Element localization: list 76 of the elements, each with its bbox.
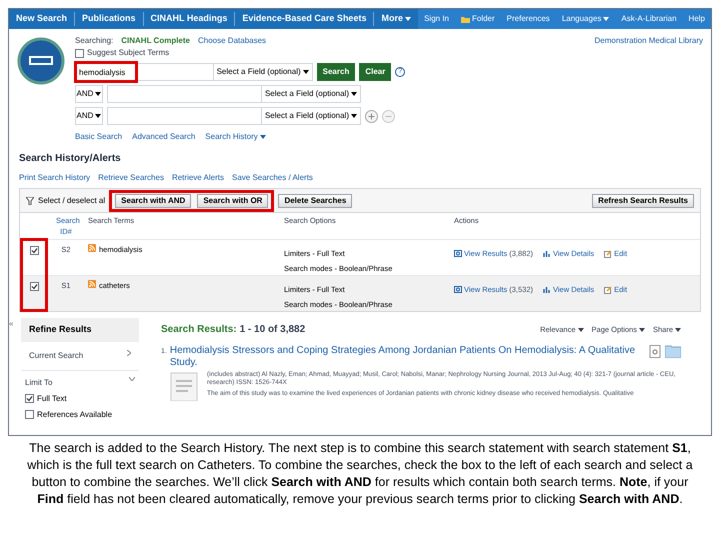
current-search-toggle[interactable]: Current Search [21,342,139,370]
nav-link[interactable]: Publications [74,12,143,26]
search-link[interactable]: Advanced Search [132,131,196,143]
result-title-link[interactable]: Hemodialysis Stressors and Coping Strategies Among Jordanian Patients On Hemodialysis: A Qualitative Study. [170,345,646,369]
chevron-icon [129,376,135,380]
nav-link[interactable]: Folder [454,13,501,25]
nav-link[interactable]: CINAHL Headings [142,12,234,26]
history-button[interactable]: Search with OR [197,194,268,208]
select-all-label: Select / deselect al [38,194,106,206]
magnifier-icon [454,286,462,294]
checkbox[interactable] [75,48,84,58]
checkbox[interactable] [25,394,34,403]
page-icon[interactable] [649,345,662,358]
results-range: 1 - 10 of 3,882 [240,323,306,337]
caret-icon [302,70,309,74]
operator-dropdown[interactable]: AND [75,107,103,125]
nav-link[interactable]: New Search [9,12,74,26]
checkbox[interactable] [30,246,38,255]
nav-link[interactable]: Ask-A-Librarian [615,13,683,25]
caret-icon [351,92,357,96]
history-link[interactable]: Print Search History [19,172,90,184]
history-button[interactable]: Delete Searches [278,194,352,208]
checkbox-label: Suggest Subject Terms [87,47,170,59]
nav-link[interactable]: Sign In [418,13,455,25]
rss-icon[interactable] [88,244,96,252]
logo-icon [17,37,65,85]
search-button[interactable]: Search [316,63,356,81]
nav-link[interactable]: Preferences [500,13,556,25]
checkbox-label: Full Text [37,392,67,404]
caret-icon [578,328,584,332]
caret-icon [638,328,645,332]
nav-link[interactable]: Help [682,13,711,25]
choose-databases-link[interactable]: Choose Databases [198,35,266,47]
history-link[interactable]: Retrieve Alerts [172,172,224,184]
chart-icon [542,286,551,294]
remove-row-icon[interactable] [382,110,395,122]
rss-icon[interactable] [88,280,96,288]
panel-heading: Refine Results [21,318,139,342]
pencil-icon [604,250,612,258]
folder-icon[interactable] [665,345,681,358]
history-button[interactable]: Search with AND [115,194,192,208]
magnifier-icon [454,250,462,258]
pencil-icon [604,286,612,294]
caret-icon [351,114,357,118]
field-dropdown[interactable]: Select a Field (optional) [260,108,360,124]
section-title: Search History/Alerts [19,152,122,166]
caret-icon [95,114,102,118]
nav-link[interactable]: Evidence-Based Care Sheets [234,12,374,26]
field-dropdown[interactable]: Select a Field (optional) [212,64,312,80]
funnel-icon [26,196,34,204]
chart-icon [542,250,551,258]
add-row-icon[interactable] [365,110,378,122]
instruction-caption: The search is added to the Search History. The next step is to combine this search statement with search statement S1, which is the full text search on Catheters. To combine the searches, check the box to the left of each search and select a button to combine the searches. We’ll click Search with AND for results which contain both search terms. Note, if your Find field has not been cleared automatically, remove your previous search terms prior to clicking Search with AND. [26,440,694,508]
history-link[interactable]: Retrieve Searches [98,172,164,184]
refresh-button[interactable]: Refresh Search Results [592,194,694,208]
clear-button[interactable]: Clear [359,63,392,81]
chevron-icon [127,350,131,356]
search-link[interactable]: Search History [205,131,266,143]
checkbox[interactable] [25,410,34,419]
search-link[interactable]: Basic Search [75,131,122,143]
database-name: CINAHL Complete [121,35,190,47]
field-dropdown[interactable]: Select a Field (optional) [260,86,360,102]
collapse-button[interactable]: « [9,318,21,420]
folder-icon [460,16,470,22]
checkbox-label: References Available [37,408,112,420]
caret-icon [675,328,681,332]
history-link[interactable]: Save Searches / Alerts [232,172,313,184]
limit-to-toggle[interactable]: Limit To [21,370,139,388]
nav-link[interactable]: Languages [556,13,616,25]
searching-label: Searching: [75,35,114,47]
caret-icon [95,92,102,96]
search-field[interactable]: hemodialysis [74,61,138,83]
results-label: Search Results: [161,323,237,337]
operator-dropdown[interactable]: AND [75,85,103,103]
library-link[interactable]: Demonstration Medical Library [594,35,703,143]
checkbox[interactable] [30,282,38,291]
